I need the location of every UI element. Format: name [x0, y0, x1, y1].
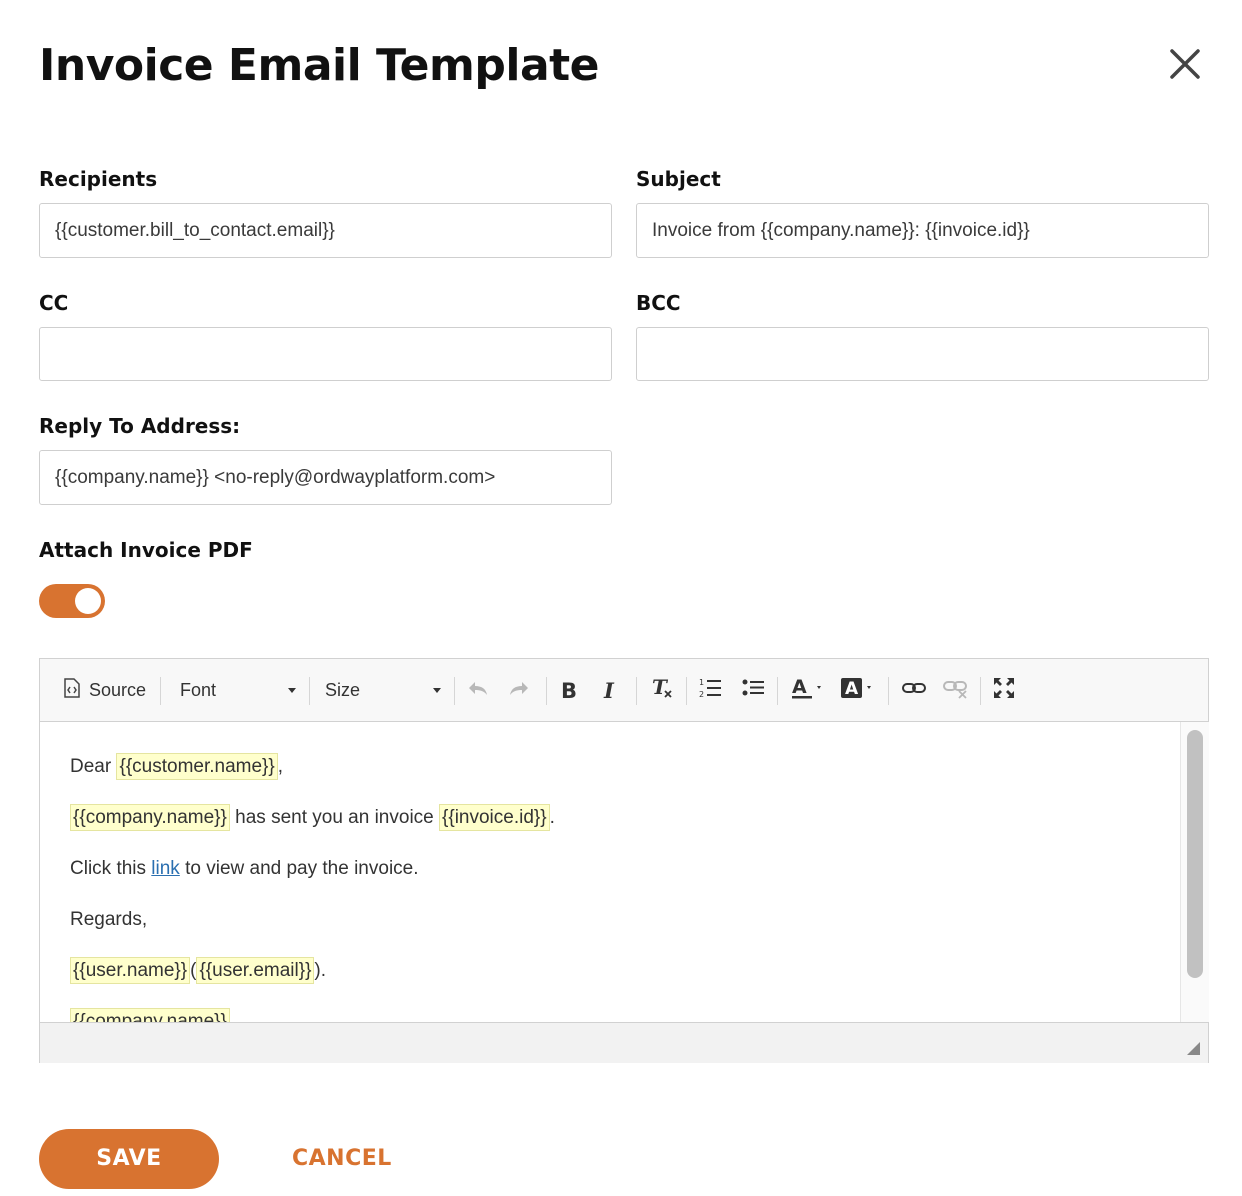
save-button[interactable]: SAVE — [39, 1129, 219, 1189]
body-text: Dear — [70, 756, 112, 777]
body-text: Click this — [70, 858, 147, 879]
unlink-icon — [943, 677, 969, 704]
font-select[interactable]: Font — [180, 659, 296, 722]
placeholder-company-name: {{company.name}} — [70, 1008, 230, 1022]
body-line-signature: {{user.name}}({{user.email}}). — [70, 956, 1180, 1007]
invoice-link[interactable]: link — [151, 858, 180, 879]
bcc-label: BCC — [636, 291, 681, 315]
placeholder-company-name: {{company.name}} — [70, 804, 230, 831]
link-button[interactable] — [902, 659, 926, 722]
email-body-editor: Source Font Size B I T 1 2 A A Dear {{cu… — [39, 658, 1209, 1063]
body-text: has sent you an invoice — [235, 807, 434, 828]
attach-pdf-toggle[interactable] — [39, 584, 105, 618]
maximize-icon — [993, 677, 1015, 704]
scrollbar-thumb[interactable] — [1187, 730, 1203, 978]
attach-pdf-label: Attach Invoice PDF — [39, 538, 253, 562]
placeholder-user-name: {{user.name}} — [70, 957, 191, 984]
numbered-list-icon: 1 2 — [699, 677, 723, 704]
bold-button[interactable]: B — [561, 659, 577, 722]
redo-button[interactable] — [508, 659, 530, 722]
maximize-button[interactable] — [993, 659, 1015, 722]
body-line-company: {{company.name}} — [70, 1007, 1180, 1022]
svg-text:A: A — [792, 676, 807, 698]
chevron-down-icon — [288, 688, 296, 693]
remove-format-button[interactable]: T — [650, 659, 674, 722]
cc-input[interactable] — [39, 327, 612, 381]
undo-icon — [467, 679, 489, 702]
svg-text:A: A — [845, 679, 859, 699]
font-label: Font — [180, 680, 217, 700]
chevron-down-icon — [433, 688, 441, 693]
remove-format-icon: T — [650, 675, 674, 705]
size-select[interactable]: Size — [325, 659, 441, 722]
source-button[interactable]: Source — [63, 659, 146, 722]
bulleted-list-icon — [742, 677, 766, 704]
cc-label: CC — [39, 291, 69, 315]
toggle-knob — [75, 588, 101, 614]
source-label: Source — [89, 680, 147, 700]
placeholder-user-email: {{user.email}} — [196, 957, 315, 984]
bulleted-list-button[interactable] — [742, 659, 766, 722]
editor-toolbar: Source Font Size B I T 1 2 A A — [40, 659, 1208, 722]
resize-handle-icon[interactable] — [1187, 1042, 1200, 1055]
body-text: to view and pay the invoice. — [185, 858, 419, 879]
italic-icon: I — [604, 678, 614, 703]
bcc-input[interactable] — [636, 327, 1209, 381]
recipients-label: Recipients — [39, 167, 158, 191]
text-color-icon: A — [791, 676, 827, 705]
italic-button[interactable]: I — [604, 659, 614, 722]
reply-to-input[interactable]: {{company.name}} <no-reply@ordwayplatfor… — [39, 450, 612, 505]
dialog-title: Invoice Email Template — [39, 40, 600, 91]
close-icon[interactable] — [1164, 43, 1206, 85]
body-text: . — [549, 807, 555, 828]
body-text: ). — [314, 960, 327, 981]
bold-icon: B — [561, 678, 578, 703]
reply-to-label: Reply To Address: — [39, 414, 241, 438]
background-color-icon: A — [840, 676, 876, 705]
recipients-input[interactable]: {{customer.bill_to_contact.email}} — [39, 203, 612, 258]
subject-input[interactable]: Invoice from {{company.name}}: {{invoice… — [636, 203, 1209, 258]
body-line-greeting: Dear {{customer.name}}, — [70, 752, 1180, 803]
text-color-button[interactable]: A — [791, 659, 827, 722]
link-icon — [902, 678, 926, 703]
undo-button[interactable] — [467, 659, 489, 722]
background-color-button[interactable]: A — [840, 659, 876, 722]
body-text: , — [277, 756, 284, 777]
svg-text:1: 1 — [699, 678, 704, 687]
placeholder-customer-name: {{customer.name}} — [116, 753, 278, 780]
size-label: Size — [325, 680, 361, 700]
unlink-button[interactable] — [943, 659, 969, 722]
svg-text:2: 2 — [699, 690, 704, 699]
body-line-invoice: {{company.name}} has sent you an invoice… — [70, 803, 1180, 854]
subject-label: Subject — [636, 167, 721, 191]
editor-status-bar — [40, 1022, 1208, 1063]
body-line-regards: Regards, — [70, 905, 1180, 956]
source-icon — [63, 678, 81, 703]
editor-scrollbar[interactable] — [1180, 722, 1209, 1022]
placeholder-invoice-id: {{invoice.id}} — [439, 804, 550, 831]
numbered-list-button[interactable]: 1 2 — [699, 659, 723, 722]
body-text: Regards, — [70, 909, 148, 930]
redo-icon — [508, 679, 530, 702]
editor-content[interactable]: Dear {{customer.name}}, {{company.name}}… — [40, 722, 1180, 1022]
body-line-link: Click this link to view and pay the invo… — [70, 854, 1180, 905]
cancel-button[interactable]: CANCEL — [292, 1129, 392, 1189]
